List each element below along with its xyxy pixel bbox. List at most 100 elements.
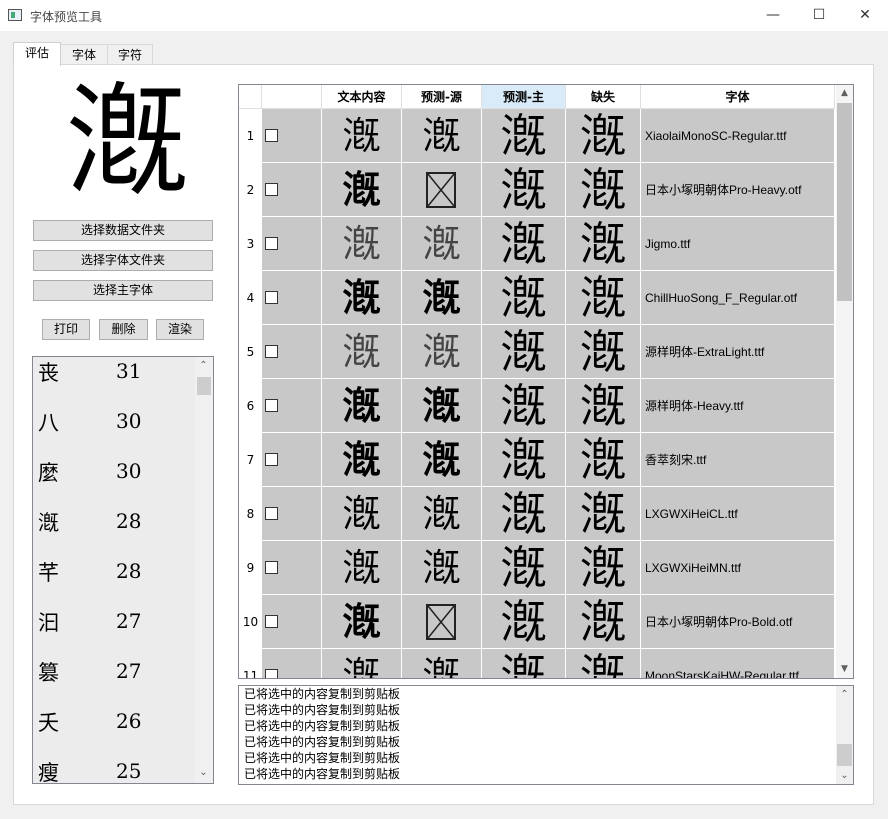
cell-select[interactable] — [262, 109, 322, 163]
cell-font-name[interactable]: 源样明体-Heavy.ttf — [641, 379, 835, 433]
scroll-up-icon[interactable]: ⌃ — [195, 357, 212, 374]
cell-select[interactable] — [262, 217, 322, 271]
scroll-up-icon[interactable]: ⌃ — [836, 686, 853, 703]
cell-missing[interactable]: 漑 — [566, 163, 641, 217]
cell-predict-main[interactable]: 漑 — [482, 163, 566, 217]
scroll-down-icon[interactable]: ⌄ — [195, 764, 212, 781]
cell-missing[interactable]: 漑 — [566, 487, 641, 541]
cell-font-name[interactable]: MoonStarsKaiHW-Regular.ttf — [641, 649, 835, 678]
cell-predict-source[interactable]: 漑 — [402, 649, 482, 678]
cell-select[interactable] — [262, 271, 322, 325]
cell-predict-source[interactable]: 漑 — [402, 379, 482, 433]
cell-font-name[interactable]: Jigmo.ttf — [641, 217, 835, 271]
character-list[interactable]: 丧 31 八 30 麼 30 漑 28 芊 28 汩 27 篡 27 夭 26 瘦 25 ⌃ ⌄ — [32, 356, 214, 784]
close-button[interactable]: ✕ — [842, 0, 888, 31]
tab-font[interactable]: 字体 — [60, 44, 108, 65]
list-item[interactable]: 八 30 — [33, 407, 195, 457]
cell-text-content[interactable]: 漑 — [322, 325, 402, 379]
list-item[interactable]: 夭 26 — [33, 707, 195, 757]
cell-select[interactable] — [262, 379, 322, 433]
cell-predict-source[interactable] — [402, 163, 482, 217]
delete-button[interactable]: 删除 — [99, 319, 148, 340]
character-list-scrollbar[interactable]: ⌃ ⌄ — [195, 357, 213, 783]
cell-missing[interactable]: 漑 — [566, 109, 641, 163]
table-row[interactable]: 6 漑漑漑漑源样明体-Heavy.ttf — [239, 379, 835, 433]
cell-font-name[interactable]: LXGWXiHeiCL.ttf — [641, 487, 835, 541]
scroll-up-icon[interactable]: ▲ — [836, 85, 853, 102]
cell-predict-source[interactable]: 漑 — [402, 109, 482, 163]
table-row[interactable]: 5 漑漑漑漑源样明体-ExtraLight.ttf — [239, 325, 835, 379]
cell-select[interactable] — [262, 433, 322, 487]
cell-predict-main[interactable]: 漑 — [482, 487, 566, 541]
log-scrollbar[interactable]: ⌃ ⌄ — [836, 686, 853, 784]
cell-predict-source[interactable]: 漑 — [402, 487, 482, 541]
row-checkbox[interactable] — [265, 399, 278, 412]
cell-predict-source[interactable]: 漑 — [402, 541, 482, 595]
cell-text-content[interactable]: 漑 — [322, 433, 402, 487]
list-item[interactable]: 丧 31 — [33, 357, 195, 407]
cell-text-content[interactable]: 漑 — [322, 379, 402, 433]
header-font[interactable]: 字体 — [641, 85, 835, 109]
cell-font-name[interactable]: XiaolaiMonoSC-Regular.ttf — [641, 109, 835, 163]
cell-text-content[interactable]: 漑 — [322, 487, 402, 541]
cell-predict-source[interactable]: 漑 — [402, 271, 482, 325]
cell-font-name[interactable]: LXGWXiHeiMN.ttf — [641, 541, 835, 595]
cell-predict-main[interactable]: 漑 — [482, 109, 566, 163]
cell-select[interactable] — [262, 325, 322, 379]
list-item[interactable]: 瘦 25 — [33, 757, 195, 783]
row-checkbox[interactable] — [265, 291, 278, 304]
cell-predict-main[interactable]: 漑 — [482, 271, 566, 325]
table-row[interactable]: 4 漑漑漑漑 ChillHuoSong_F_Regular.otf — [239, 271, 835, 325]
cell-predict-main[interactable]: 漑 — [482, 595, 566, 649]
tab-evaluate[interactable]: 评估 — [13, 42, 61, 66]
table-row[interactable]: 7 漑漑漑漑香萃刻宋.ttf — [239, 433, 835, 487]
cell-text-content[interactable]: 漑 — [322, 595, 402, 649]
table-row[interactable]: 2 漑漑漑日本小塚明朝体Pro-Heavy.otf — [239, 163, 835, 217]
cell-text-content[interactable]: 漑 — [322, 541, 402, 595]
cell-missing[interactable]: 漑 — [566, 595, 641, 649]
list-item[interactable]: 芊 28 — [33, 557, 195, 607]
row-checkbox[interactable] — [265, 453, 278, 466]
cell-missing[interactable]: 漑 — [566, 541, 641, 595]
cell-missing[interactable]: 漑 — [566, 649, 641, 678]
cell-predict-source[interactable]: 漑 — [402, 217, 482, 271]
cell-text-content[interactable]: 漑 — [322, 109, 402, 163]
cell-select[interactable] — [262, 163, 322, 217]
row-checkbox[interactable] — [265, 507, 278, 520]
cell-predict-source[interactable]: 漑 — [402, 433, 482, 487]
table-row[interactable]: 1 漑漑漑漑 XiaolaiMonoSC-Regular.ttf — [239, 109, 835, 163]
header-predict-source[interactable]: 预测-源 — [402, 85, 482, 109]
cell-predict-main[interactable]: 漑 — [482, 433, 566, 487]
scroll-down-icon[interactable]: ⌄ — [836, 767, 853, 784]
table-row[interactable]: 3 漑漑漑漑 Jigmo.ttf — [239, 217, 835, 271]
cell-missing[interactable]: 漑 — [566, 325, 641, 379]
cell-missing[interactable]: 漑 — [566, 433, 641, 487]
select-data-folder-button[interactable]: 选择数据文件夹 — [33, 220, 213, 241]
select-main-font-button[interactable]: 选择主字体 — [33, 280, 213, 301]
cell-predict-main[interactable]: 漑 — [482, 649, 566, 678]
cell-font-name[interactable]: 日本小塚明朝体Pro-Heavy.otf — [641, 163, 835, 217]
cell-font-name[interactable]: 日本小塚明朝体Pro-Bold.otf — [641, 595, 835, 649]
cell-missing[interactable]: 漑 — [566, 217, 641, 271]
cell-missing[interactable]: 漑 — [566, 271, 641, 325]
cell-predict-main[interactable]: 漑 — [482, 217, 566, 271]
select-font-folder-button[interactable]: 选择字体文件夹 — [33, 250, 213, 271]
scroll-thumb[interactable] — [197, 377, 211, 395]
print-button[interactable]: 打印 — [42, 319, 90, 340]
cell-text-content[interactable]: 漑 — [322, 649, 402, 678]
minimize-button[interactable]: — — [750, 0, 796, 31]
header-checkbox[interactable] — [262, 85, 322, 109]
row-checkbox[interactable] — [265, 345, 278, 358]
list-item[interactable]: 篡 27 — [33, 657, 195, 707]
cell-predict-main[interactable]: 漑 — [482, 325, 566, 379]
maximize-button[interactable]: ☐ — [796, 0, 842, 31]
list-item[interactable]: 麼 30 — [33, 457, 195, 507]
cell-predict-source[interactable]: 漑 — [402, 325, 482, 379]
cell-select[interactable] — [262, 649, 322, 678]
table-row[interactable]: 9 漑漑漑漑 LXGWXiHeiMN.ttf — [239, 541, 835, 595]
row-checkbox[interactable] — [265, 129, 278, 142]
header-text-content[interactable]: 文本内容 — [322, 85, 402, 109]
log-output[interactable]: 已将选中的内容复制到剪贴板 已将选中的内容复制到剪贴板 已将选中的内容复制到剪贴板已… — [238, 685, 854, 785]
table-row[interactable]: 8 漑漑漑漑 LXGWXiHeiCL.ttf — [239, 487, 835, 541]
scroll-thumb[interactable] — [837, 103, 852, 301]
